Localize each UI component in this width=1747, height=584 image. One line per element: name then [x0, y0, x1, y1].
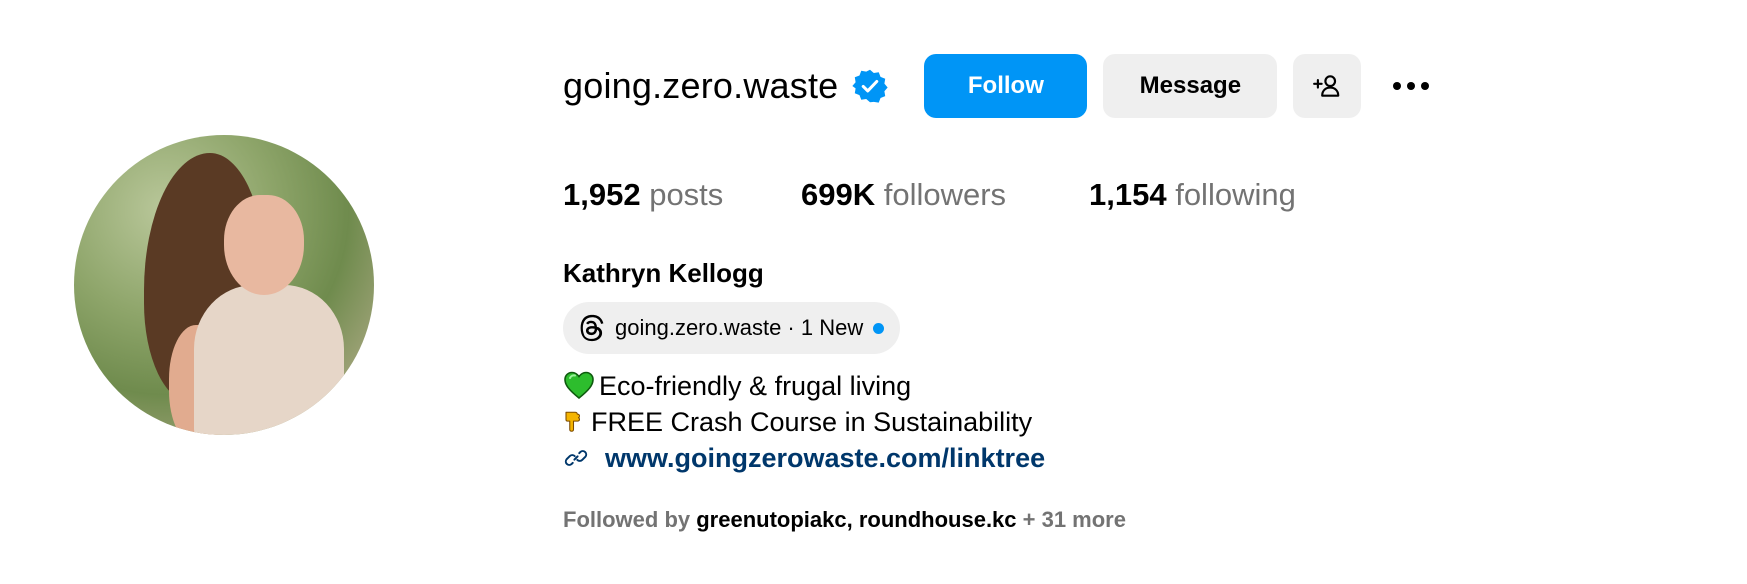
bio-line-2: FREE Crash Course in Sustainability	[591, 407, 1033, 437]
full-name: Kathryn Kellogg	[563, 258, 764, 288]
username: going.zero.waste	[563, 65, 839, 106]
followers-stat[interactable]: 699K followers	[801, 177, 1089, 213]
add-person-icon	[1313, 75, 1340, 97]
follower-user-2[interactable]: roundhouse.kc	[859, 507, 1017, 532]
followed-by-more[interactable]: + 31 more	[1017, 507, 1126, 532]
follow-button[interactable]: Follow	[924, 54, 1088, 118]
website-link[interactable]: www.goingzerowaste.com/linktree	[605, 440, 1045, 476]
followed-by-separator: ,	[846, 507, 859, 532]
pointing-down-icon	[565, 411, 581, 432]
followed-by-prefix: Followed by	[563, 507, 697, 532]
bio-line: FREE Crash Course in Sustainability	[563, 404, 1045, 440]
posts-stat: 1,952 posts	[563, 177, 801, 213]
posts-count: 1,952	[563, 177, 641, 212]
link-icon	[564, 450, 588, 466]
bio-line-1: Eco-friendly & frugal living	[599, 371, 912, 401]
following-label: following	[1175, 177, 1296, 212]
threads-text: going.zero.waste · 1 New	[615, 315, 864, 340]
profile-avatar[interactable]	[74, 135, 374, 435]
green-heart-icon	[564, 371, 594, 400]
bio-line: Eco-friendly & frugal living	[563, 368, 1045, 404]
more-dot	[1407, 82, 1416, 90]
followers-label: followers	[883, 177, 1007, 212]
verified-badge-icon	[852, 68, 889, 104]
followers-count: 699K	[801, 177, 876, 212]
posts-label: posts	[649, 177, 724, 212]
more-dot	[1393, 82, 1402, 90]
bio-link[interactable]: www.goingzerowaste.com/linktree	[563, 440, 1045, 476]
following-stat[interactable]: 1,154 following	[1089, 177, 1296, 213]
avatar-top	[194, 285, 344, 435]
new-indicator-dot	[873, 322, 885, 334]
threads-icon	[580, 314, 604, 342]
follower-user-1[interactable]: greenutopiakc	[696, 507, 846, 532]
more-dot	[1421, 82, 1430, 90]
threads-badge[interactable]: going.zero.waste · 1 New	[563, 302, 901, 354]
profile-top-row: going.zero.waste Follow Message	[563, 54, 1441, 118]
avatar-face	[224, 195, 304, 295]
more-options-icon[interactable]	[1381, 54, 1441, 118]
suggested-users-button[interactable]	[1293, 54, 1362, 118]
message-button[interactable]: Message	[1103, 54, 1278, 118]
bio: Eco-friendly & frugal living FREE Crash …	[563, 368, 1045, 476]
followed-by[interactable]: Followed by greenutopiakc, roundhouse.kc…	[563, 507, 1126, 533]
following-count: 1,154	[1089, 177, 1167, 212]
profile-stats: 1,952 posts 699K followers 1,154 followi…	[563, 177, 1296, 213]
